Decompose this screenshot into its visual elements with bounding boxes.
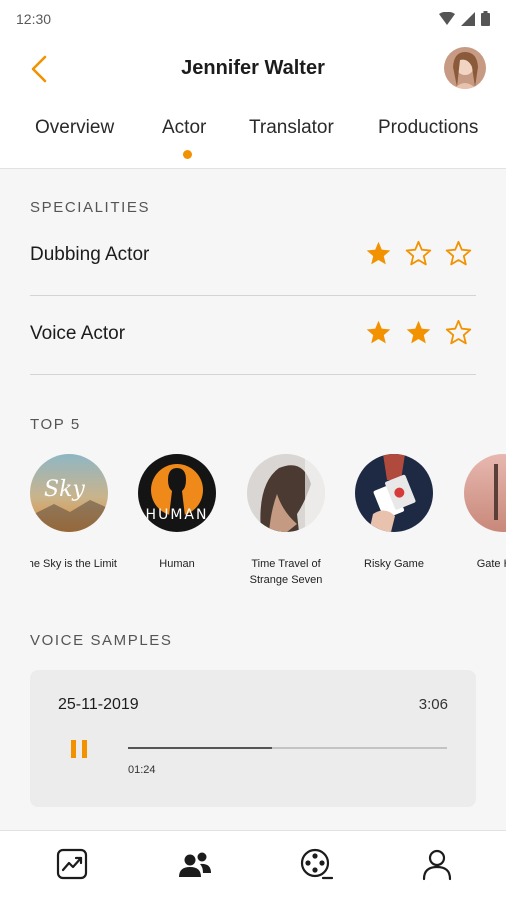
star-outline-icon [445,240,472,266]
sample-duration: 3:06 [418,696,448,713]
sample-elapsed-time: 01:24 [128,764,156,776]
chart-icon[interactable] [55,847,89,881]
bottom-navigation [0,830,506,901]
top5-item[interactable]: Sky The Sky is the Limit [30,454,123,572]
top5-title: Risky Game [364,558,424,570]
active-tab-indicator [183,150,192,159]
star-filled-icon [366,241,391,265]
top5-item[interactable]: Gate Heav [449,454,506,572]
speciality-row-dubbing-actor: Dubbing Actor [30,218,476,296]
divider [30,374,476,375]
production-poster: Sky [30,454,108,532]
top5-title: The Sky is the Limit [30,558,117,570]
top-area: 12:30 Jennifer Walter Overview Actor Tra… [0,0,506,169]
top5-title: Time Travel of Strange Seven [249,558,323,586]
poster-text: HUMAN [146,507,209,523]
star-outline-icon [405,240,432,266]
tab-bar: Overview Actor Translator Productions [0,114,506,160]
speciality-row-voice-actor: Voice Actor [30,297,476,375]
status-bar: 12:30 [0,0,506,38]
speciality-label: Dubbing Actor [30,244,150,265]
voice-sample-card: 25-11-2019 3:06 01:24 [30,670,476,807]
audio-progress-fill [128,747,272,749]
app-header: Jennifer Walter [0,40,506,100]
status-time: 12:30 [16,11,52,27]
top5-item[interactable]: Risky Game [340,454,448,572]
rating-stars[interactable] [365,240,472,267]
star-filled-icon [406,320,431,344]
pause-icon[interactable] [68,738,90,760]
people-icon[interactable] [178,847,212,881]
signal-icon [461,11,475,26]
voice-samples-heading: VOICE SAMPLES [30,632,173,649]
top5-item[interactable]: HUMAN Human [123,454,231,572]
top5-title: Gate Heav [476,558,506,570]
star-filled-icon [366,320,391,344]
specialities-heading: SPECIALITIES [30,199,151,216]
avatar[interactable] [444,47,486,89]
audio-progress-track[interactable] [128,747,447,749]
top5-title: Human [159,558,195,570]
divider [30,295,476,296]
rating-stars[interactable] [365,319,472,346]
battery-icon [481,11,490,26]
tab-productions[interactable]: Productions [378,117,478,139]
film-reel-icon[interactable] [299,847,333,881]
top5-item[interactable]: Time Travel of Strange Seven [232,454,340,588]
production-poster [247,454,325,532]
production-poster [464,454,506,532]
sample-date: 25-11-2019 [58,696,139,713]
page-title: Jennifer Walter [181,57,325,79]
status-icons [439,11,490,26]
top5-heading: TOP 5 [30,416,81,433]
speciality-label: Voice Actor [30,323,126,344]
tab-actor[interactable]: Actor [162,117,206,139]
production-poster [355,454,433,532]
wifi-icon [439,11,455,25]
production-poster: HUMAN [138,454,216,532]
tab-overview[interactable]: Overview [35,117,114,139]
poster-text: Sky [44,477,85,502]
tab-translator[interactable]: Translator [249,117,334,139]
star-outline-icon [445,319,472,345]
top5-carousel[interactable]: Sky The Sky is the Limit HUMAN Human Tim… [30,454,506,594]
profile-icon[interactable] [420,847,454,881]
